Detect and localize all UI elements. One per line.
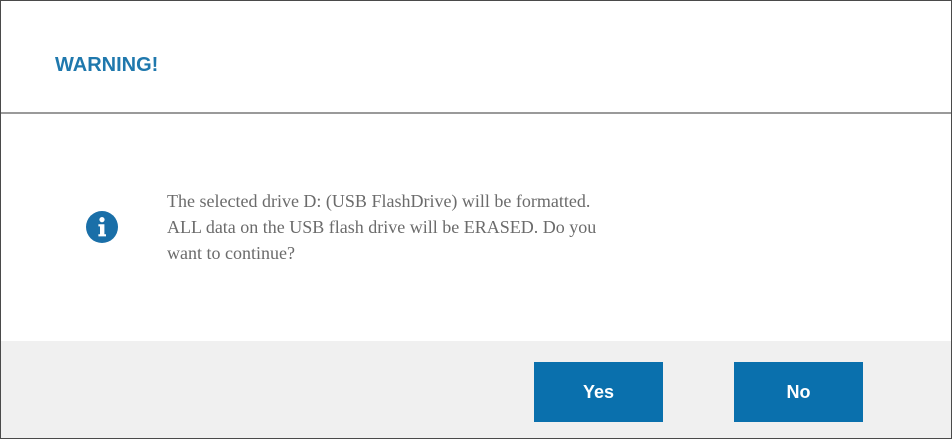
info-icon <box>86 211 118 243</box>
dialog-header: WARNING! <box>1 1 951 114</box>
dialog-body: The selected drive D: (USB FlashDrive) w… <box>1 114 951 341</box>
dialog-message: The selected drive D: (USB FlashDrive) w… <box>167 191 597 263</box>
dialog-title: WARNING! <box>55 54 159 76</box>
warning-dialog: WARNING! The selected drive D: (USB Flas… <box>0 0 952 439</box>
no-button[interactable]: No <box>734 362 863 422</box>
dialog-footer: Yes No <box>1 341 951 438</box>
yes-button[interactable]: Yes <box>534 362 663 422</box>
